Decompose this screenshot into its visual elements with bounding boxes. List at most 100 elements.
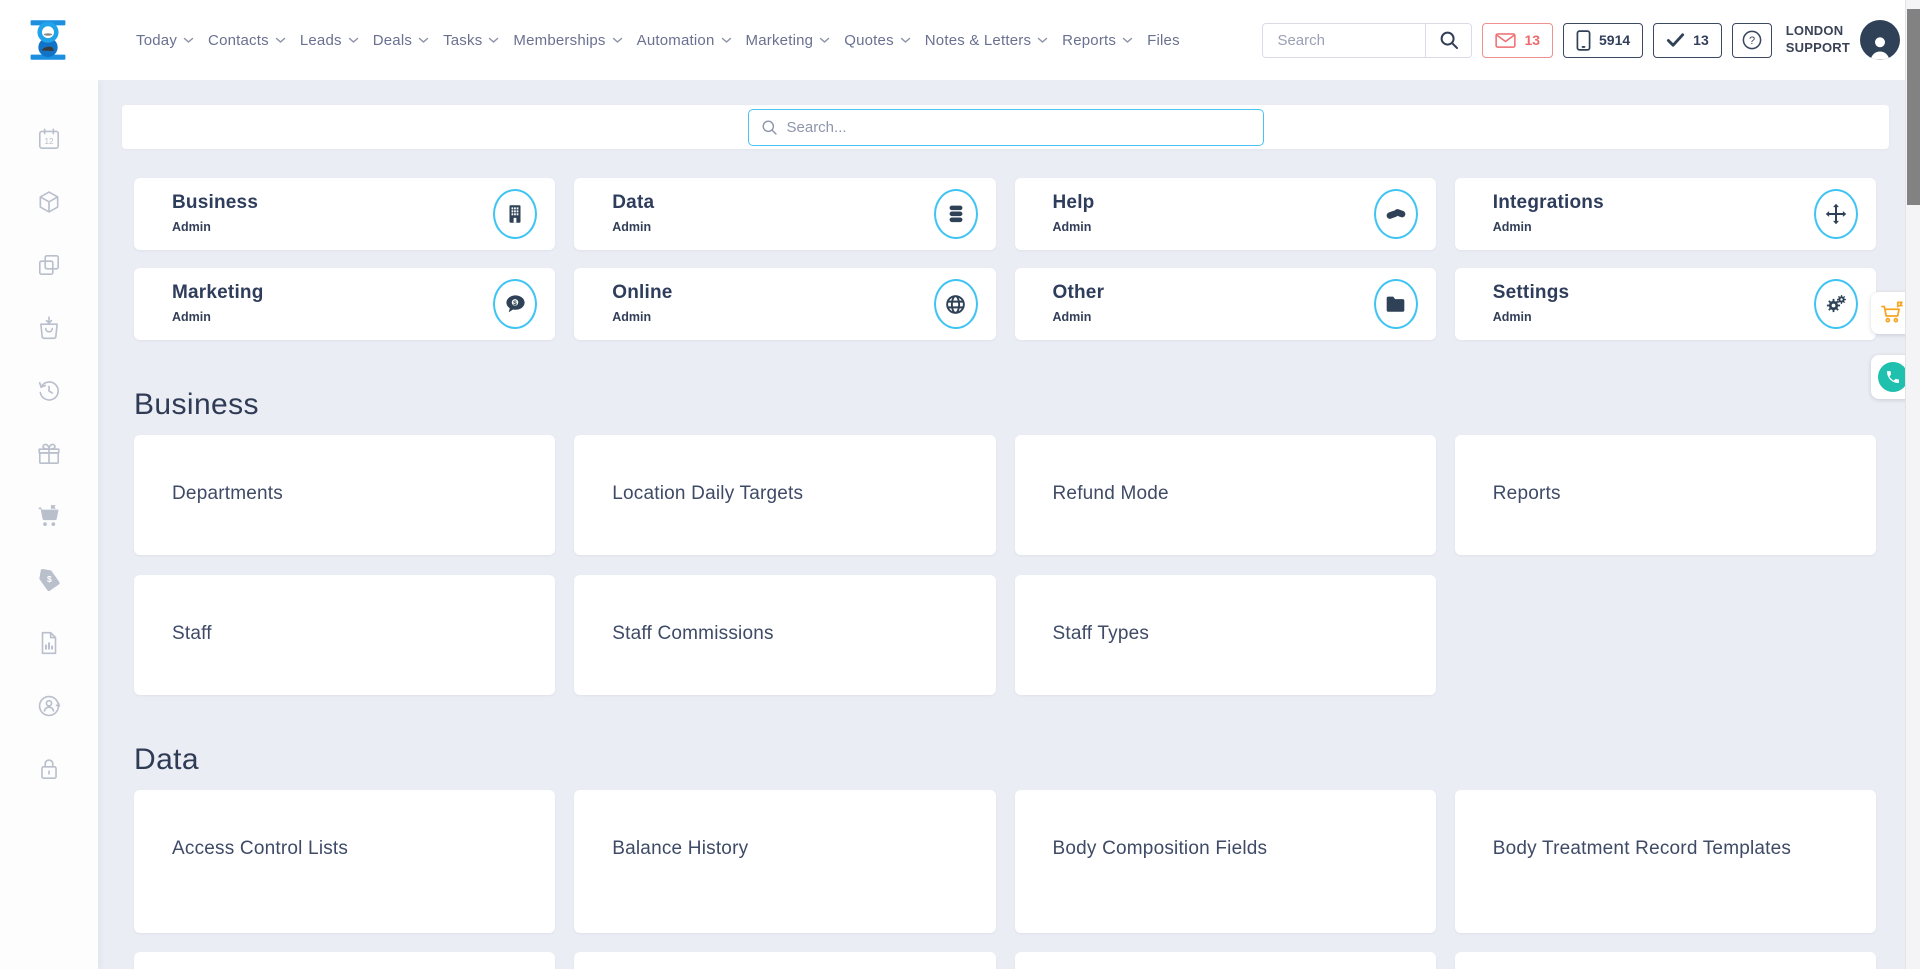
card-access-control-lists[interactable]: Access Control Lists [134,790,555,933]
nav-item-memberships[interactable]: Memberships [513,32,622,49]
svg-text:$: $ [47,574,52,584]
copy-icon[interactable] [36,252,62,278]
card-partial[interactable] [134,952,555,969]
svg-text:?: ? [1749,35,1755,47]
nav-item-deals[interactable]: Deals [373,32,429,49]
category-card-help[interactable]: Help Admin [1015,178,1436,250]
card-departments[interactable]: Departments [134,435,555,555]
category-grid: Business Admin Data Admin Help Admin Int… [134,178,1876,340]
search-submit-button[interactable] [1425,24,1471,57]
section-title-data: Data [134,743,1920,777]
card-label: Body Treatment Record Templates [1493,836,1846,862]
chevron-down-icon [488,37,499,44]
nav-label: Leads [300,32,342,49]
admin-search-strip [122,105,1889,149]
category-card-integrations[interactable]: Integrations Admin [1455,178,1876,250]
chevron-down-icon [721,37,732,44]
card-body-composition-fields[interactable]: Body Composition Fields [1015,790,1436,933]
card-staff-commissions[interactable]: Staff Commissions [574,575,995,695]
report-document-icon[interactable] [36,630,62,656]
comment-dollar-icon: $ [493,279,537,329]
order-bag-icon[interactable] [36,315,62,341]
account-sync-icon[interactable] [36,693,62,719]
nav-item-reports[interactable]: Reports [1062,32,1133,49]
card-partial[interactable] [1015,952,1436,969]
nav-item-today[interactable]: Today [136,32,194,49]
category-card-business[interactable]: Business Admin [134,178,555,250]
admin-search-input[interactable] [787,119,1251,136]
nav-item-automation[interactable]: Automation [637,32,732,49]
move-arrows-icon [1814,189,1858,239]
card-reports[interactable]: Reports [1455,435,1876,555]
person-icon [1865,32,1895,60]
card-label: Staff Commissions [612,621,965,647]
category-card-other[interactable]: Other Admin [1015,268,1436,340]
category-card-marketing[interactable]: Marketing Admin $ [134,268,555,340]
left-sidebar: 12 $ [0,80,98,969]
nav-label: Marketing [746,32,814,49]
hourglass-logo-icon[interactable] [26,15,70,65]
nav-label: Contacts [208,32,269,49]
card-label: Body Composition Fields [1053,836,1406,862]
main-navigation: Today Contacts Leads Deals Tasks Members… [136,32,1180,49]
price-tag-icon[interactable]: $ [36,567,62,593]
card-location-daily-targets[interactable]: Location Daily Targets [574,435,995,555]
mail-badge[interactable]: 13 [1482,23,1553,58]
help-button[interactable]: ? [1732,23,1772,58]
cart-icon [1880,301,1906,325]
nav-label: Automation [637,32,715,49]
category-card-online[interactable]: Online Admin [574,268,995,340]
category-card-settings[interactable]: Settings Admin [1455,268,1876,340]
nav-item-leads[interactable]: Leads [300,32,359,49]
data-card-grid: Access Control Lists Balance History Bod… [134,790,1876,933]
phone-circle [1878,362,1908,392]
phone-badge[interactable]: 5914 [1563,23,1643,58]
chevron-down-icon [1037,37,1048,44]
card-label: Departments [172,481,525,507]
nav-item-tasks[interactable]: Tasks [443,32,499,49]
card-refund-mode[interactable]: Refund Mode [1015,435,1436,555]
card-label: Staff Types [1053,621,1406,647]
nav-item-notes-letters[interactable]: Notes & Letters [925,32,1048,49]
user-name-line1: LONDON [1786,23,1850,40]
nav-item-marketing[interactable]: Marketing [746,32,831,49]
mail-count: 13 [1524,32,1540,48]
card-balance-history[interactable]: Balance History [574,790,995,933]
card-partial[interactable] [574,952,995,969]
chevron-down-icon [1122,37,1133,44]
phone-icon [1885,369,1901,385]
chevron-down-icon [612,37,623,44]
card-body-treatment-record-templates[interactable]: Body Treatment Record Templates [1455,790,1876,933]
history-icon[interactable] [36,378,62,404]
card-partial[interactable] [1455,952,1876,969]
main-content: Business Admin Data Admin Help Admin Int… [98,80,1920,969]
card-staff-types[interactable]: Staff Types [1015,575,1436,695]
phone-count: 5914 [1599,32,1630,48]
nav-label: Reports [1062,32,1116,49]
calendar-icon[interactable]: 12 [36,126,62,152]
scrollbar-thumb[interactable] [1907,9,1920,205]
svg-text:12: 12 [44,137,54,146]
chevron-down-icon [183,37,194,44]
gift-icon[interactable] [36,441,62,467]
tasks-badge[interactable]: 13 [1653,23,1722,58]
lock-icon[interactable] [36,756,62,782]
nav-item-files[interactable]: Files [1147,32,1180,49]
nav-item-quotes[interactable]: Quotes [844,32,911,49]
svg-text:$: $ [513,299,517,306]
cart-icon[interactable] [36,504,62,530]
card-label: Access Control Lists [172,836,525,862]
cube-icon[interactable] [36,189,62,215]
user-name: LONDON SUPPORT [1786,23,1850,57]
nav-label: Today [136,32,177,49]
nav-label: Tasks [443,32,482,49]
nav-item-contacts[interactable]: Contacts [208,32,286,49]
nav-label: Memberships [513,32,605,49]
card-label: Location Daily Targets [612,481,965,507]
nav-label: Notes & Letters [925,32,1031,49]
avatar[interactable] [1860,20,1900,60]
category-card-data[interactable]: Data Admin [574,178,995,250]
global-search-input[interactable] [1263,24,1425,57]
page-scrollbar[interactable] [1905,0,1920,969]
card-staff[interactable]: Staff [134,575,555,695]
